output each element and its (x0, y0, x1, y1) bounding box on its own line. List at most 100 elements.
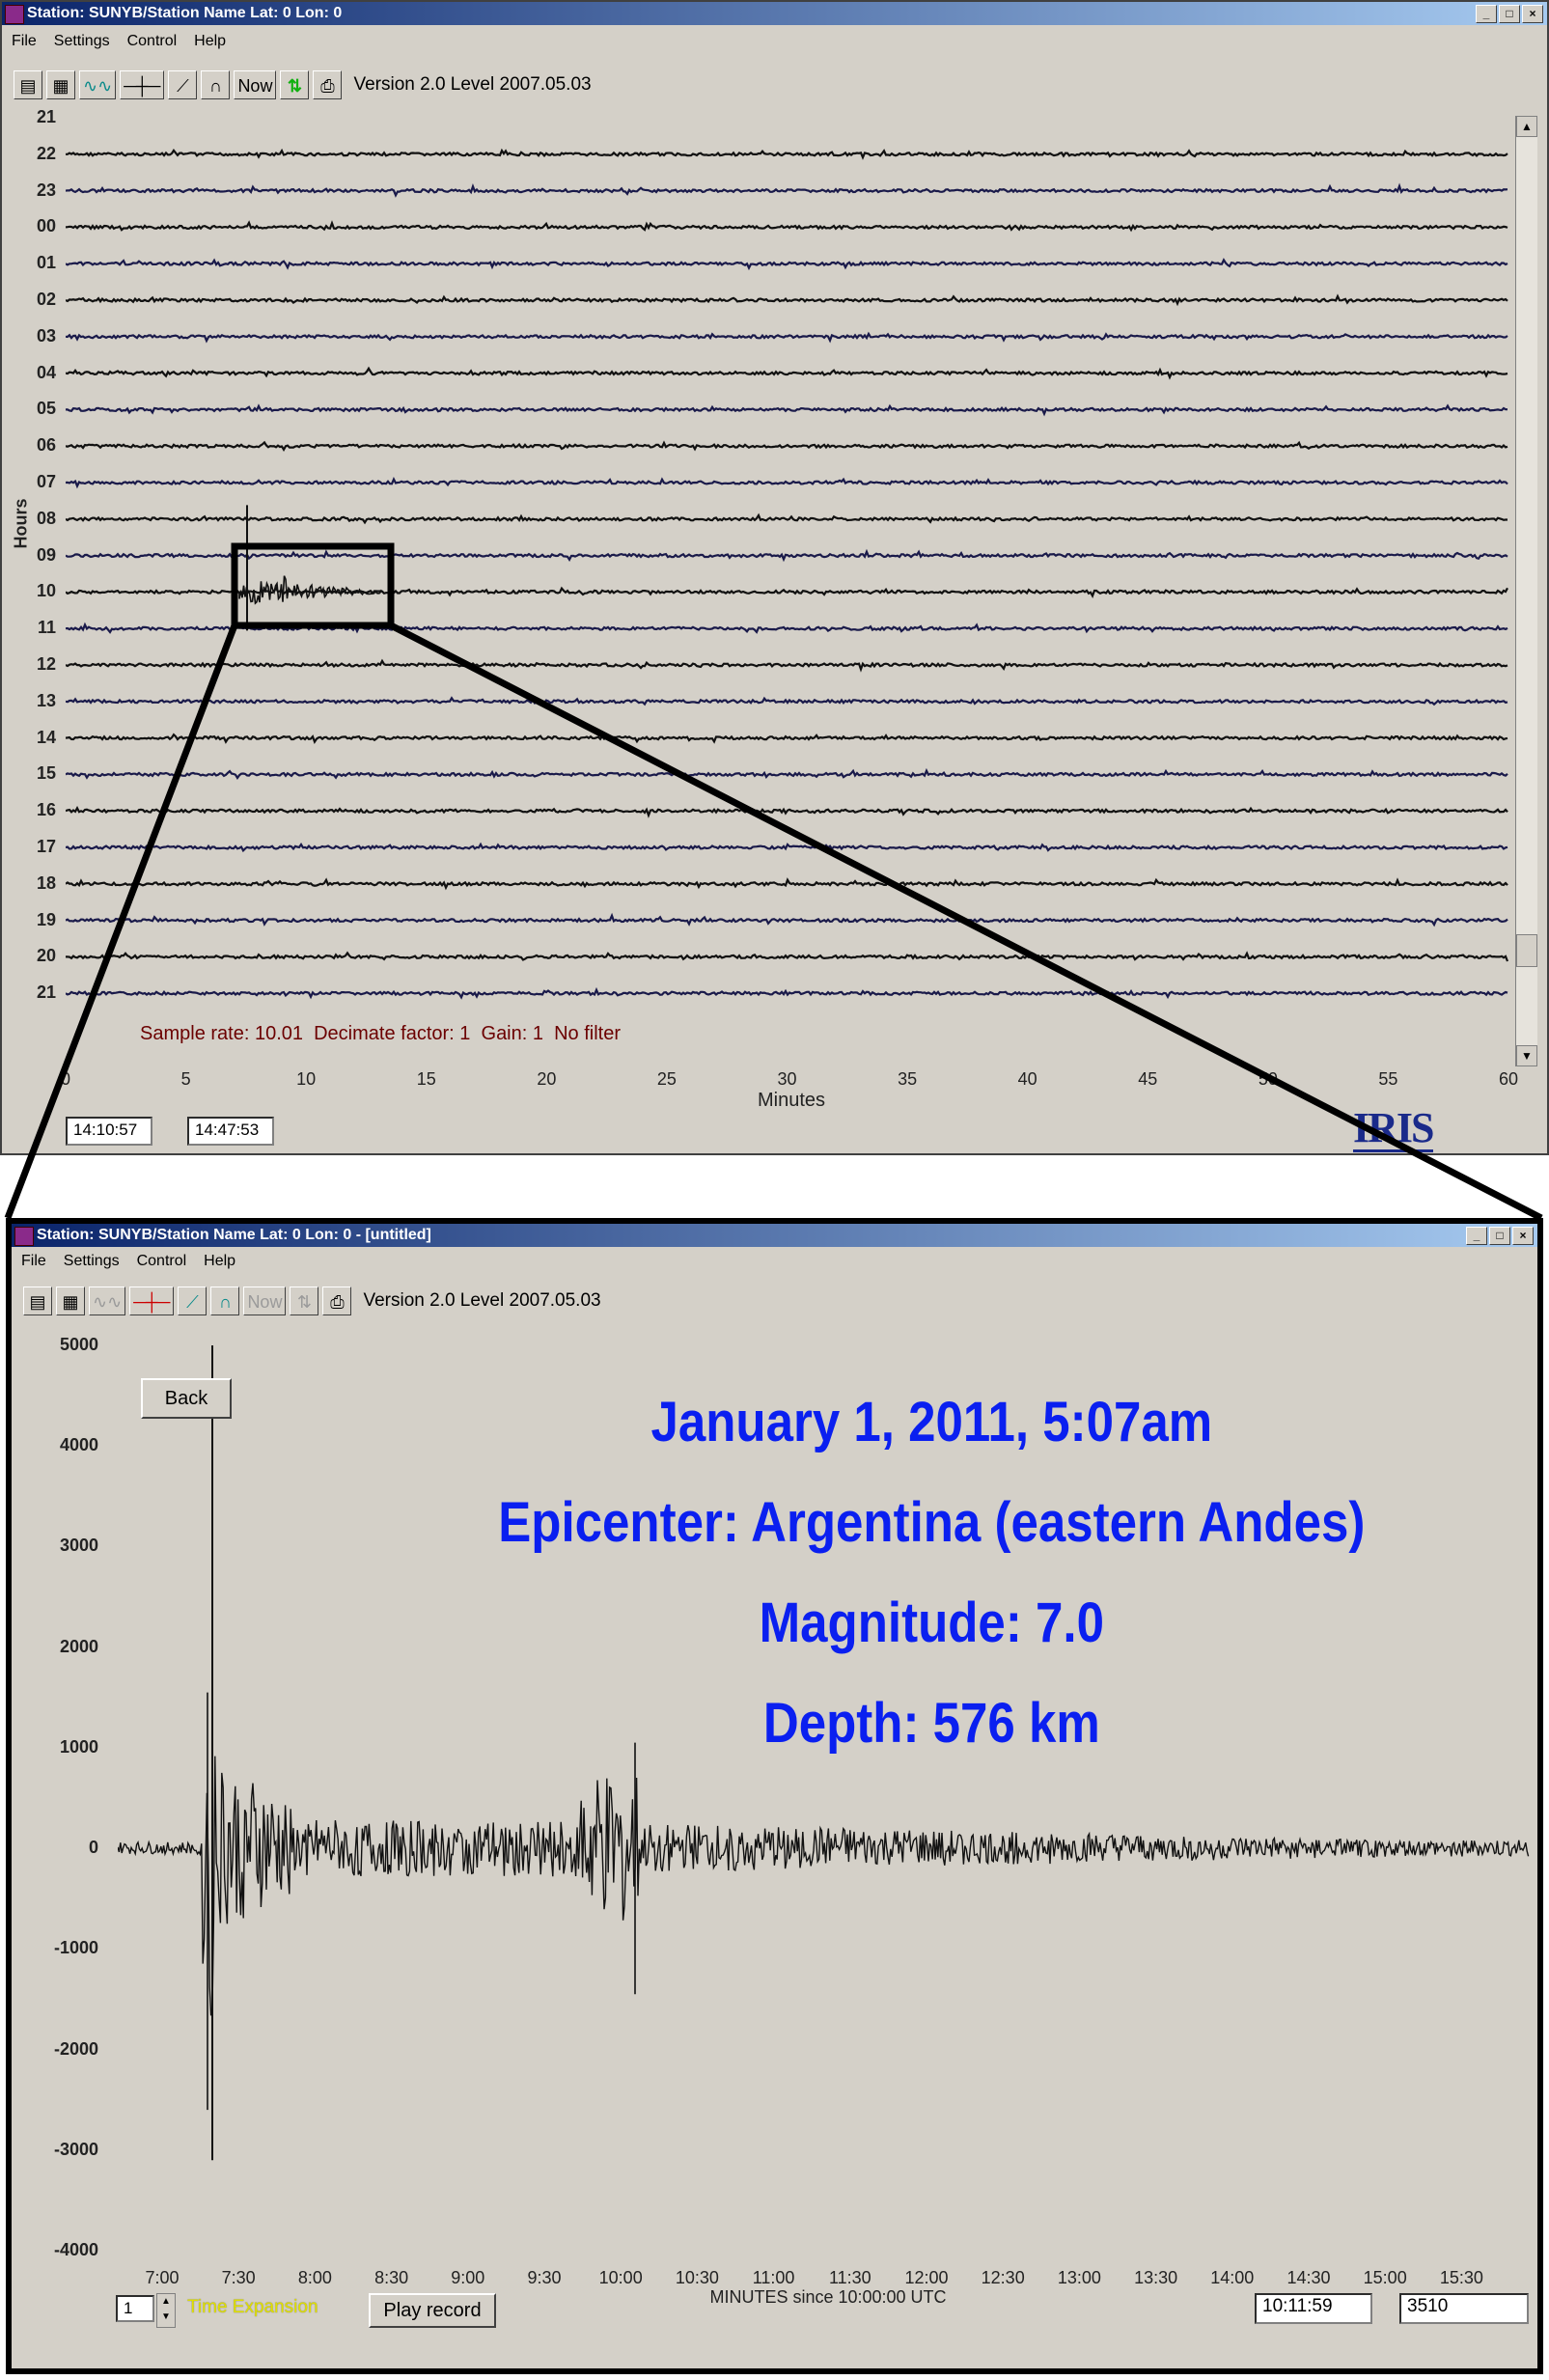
y-tick-4: 1000 (59, 1736, 98, 1757)
save-file-icon-2[interactable]: ▦ (56, 1287, 85, 1315)
x-axis-title: Minutes (757, 1090, 826, 1111)
filter-icon-2[interactable]: ⟋ (178, 1287, 207, 1315)
x-tick-2-9: 11:30 (828, 2268, 871, 2287)
hour-label-18: 15 (36, 763, 56, 784)
hour-label-16: 13 (36, 690, 56, 710)
play-record-button[interactable]: Play record (369, 2293, 496, 2328)
hour-label-15: 12 (36, 654, 56, 674)
up-down-arrows-icon[interactable]: ⇅ (280, 70, 310, 99)
hour-label-2: 23 (36, 180, 56, 200)
trace-hour-00 (66, 220, 1508, 233)
title-bar-2[interactable]: Station: SUNYB/Station Name Lat: 0 Lon: … (12, 1224, 1537, 1247)
x-tick-2-2: 8:00 (297, 2268, 332, 2287)
spectrum-icon[interactable]: ∩ (201, 70, 231, 99)
minimize-button[interactable]: _ (1476, 5, 1497, 23)
sample-count-field[interactable]: 3510 (1399, 2293, 1529, 2324)
zoom-window: Station: SUNYB/Station Name Lat: 0 Lon: … (6, 1218, 1543, 2374)
x-tick-6: 30 (777, 1069, 797, 1089)
menu-help-2[interactable]: Help (204, 1251, 235, 1272)
y-tick-8: -3000 (53, 2139, 98, 2159)
y-tick-7: -2000 (53, 2038, 98, 2059)
vertical-scrollbar[interactable]: ▲ ▼ (1515, 116, 1537, 1066)
up-down-arrows-icon-2[interactable]: ⇅ (290, 1287, 319, 1315)
trace-hour-17 (66, 842, 1508, 853)
x-tick-4: 20 (537, 1069, 557, 1089)
save-file-icon[interactable]: ▦ (46, 70, 75, 99)
hour-label-1: 22 (36, 143, 56, 163)
helicorder-window: Station: SUNYB/Station Name Lat: 0 Lon: … (0, 0, 1549, 1155)
trace-hour-09 (66, 548, 1508, 563)
x-tick-2-12: 13:00 (1057, 2268, 1101, 2287)
maximize-button-2[interactable]: □ (1489, 1227, 1510, 1245)
hour-label-13: 10 (36, 581, 56, 601)
x-tick-2-14: 14:00 (1210, 2268, 1255, 2287)
hour-label-21: 18 (36, 872, 56, 893)
open-file-icon-2[interactable]: ▤ (23, 1287, 52, 1315)
minimize-button-2[interactable]: _ (1466, 1227, 1487, 1245)
menu-settings-2[interactable]: Settings (64, 1251, 120, 1272)
title-bar[interactable]: Station: SUNYB/Station Name Lat: 0 Lon: … (2, 2, 1547, 25)
hour-label-11: 08 (36, 508, 56, 528)
x-tick-2-11: 12:30 (981, 2268, 1025, 2287)
start-time-field[interactable]: 14:10:57 (66, 1117, 152, 1146)
trace-hour-06 (66, 440, 1508, 452)
hour-label-9: 06 (36, 435, 56, 456)
scroll-down-arrow[interactable]: ▼ (1516, 1045, 1537, 1066)
pick-icon[interactable]: ─┼─ (120, 70, 165, 99)
filter-icon[interactable]: ⟋ (168, 70, 198, 99)
print-icon[interactable]: ⎙ (313, 70, 343, 99)
maximize-button[interactable]: □ (1499, 5, 1520, 23)
x-tick-2-8: 11:00 (752, 2268, 795, 2287)
waveform-icon[interactable]: ∿∿ (79, 70, 117, 99)
version-label: Version 2.0 Level 2007.05.03 (353, 74, 592, 95)
hour-label-14: 11 (37, 618, 56, 638)
menu-control[interactable]: Control (127, 31, 178, 52)
scroll-thumb[interactable] (1516, 934, 1537, 967)
seismogram-plot[interactable] (118, 1345, 1533, 2251)
menu-help[interactable]: Help (194, 31, 226, 52)
y-tick-0: 5000 (59, 1335, 98, 1354)
scroll-up-arrow[interactable]: ▲ (1516, 116, 1537, 137)
menu-file-2[interactable]: File (21, 1251, 46, 1272)
toolbar: ▤ ▦ ∿∿ ─┼─ ⟋ ∩ Now ⇅ ⎙ Version 2.0 Level… (2, 66, 1547, 104)
x-tick-2: 10 (296, 1069, 317, 1089)
x-tick-5: 25 (656, 1069, 677, 1089)
open-file-icon[interactable]: ▤ (14, 70, 42, 99)
seismic-waveform (118, 1756, 1530, 2016)
pick-icon-2[interactable]: ─┼─ (129, 1287, 175, 1315)
x-axis-title-2: MINUTES since 10:00:00 UTC (709, 2287, 947, 2307)
end-time-field[interactable]: 14:47:53 (187, 1117, 274, 1146)
trace-hour-01 (66, 258, 1508, 271)
hour-label-4: 01 (36, 253, 56, 273)
now-button[interactable]: Now (234, 70, 277, 99)
helicorder-plot[interactable] (66, 116, 1513, 1066)
menu-settings[interactable]: Settings (54, 31, 110, 52)
trace-hour-22 (66, 148, 1508, 160)
close-button-2[interactable]: × (1512, 1227, 1534, 1245)
y-tick-3: 2000 (59, 1636, 98, 1656)
menu-bar: File Settings Control Help (2, 31, 1547, 52)
x-tick-3: 15 (416, 1069, 436, 1089)
time-expansion-input[interactable]: 1 (116, 2295, 154, 2322)
y-tick-6: -1000 (53, 1938, 98, 1958)
x-tick-2-7: 10:30 (675, 2268, 719, 2287)
print-icon-2[interactable]: ⎙ (322, 1287, 352, 1315)
x-tick-2-6: 10:00 (598, 2268, 643, 2287)
trace-hour-05 (66, 403, 1508, 417)
trace-hour-16 (66, 805, 1508, 818)
event-magnitude: Magnitude: 7.0 (759, 1591, 1104, 1654)
menu-control-2[interactable]: Control (137, 1251, 187, 1272)
waveform-icon-2[interactable]: ∿∿ (89, 1287, 126, 1315)
time-expansion-label: Time Expansion (187, 2297, 318, 2317)
x-tick-7: 35 (898, 1069, 918, 1089)
now-button-2[interactable]: Now (243, 1287, 287, 1315)
hour-label-24: 21 (36, 982, 56, 1003)
close-button[interactable]: × (1522, 5, 1543, 23)
spectrum-icon-2[interactable]: ∩ (210, 1287, 240, 1315)
time-expansion-spinner[interactable]: ▲ ▼ (156, 2293, 176, 2328)
cursor-time-field[interactable]: 10:11:59 (1255, 2293, 1372, 2324)
toolbar-2: ▤ ▦ ∿∿ ─┼─ ⟋ ∩ Now ⇅ ⎙ Version 2.0 Level… (12, 1282, 1537, 1320)
menu-file[interactable]: File (12, 31, 37, 52)
x-tick-2-10: 12:00 (904, 2268, 949, 2287)
hour-label-12: 09 (36, 544, 56, 565)
